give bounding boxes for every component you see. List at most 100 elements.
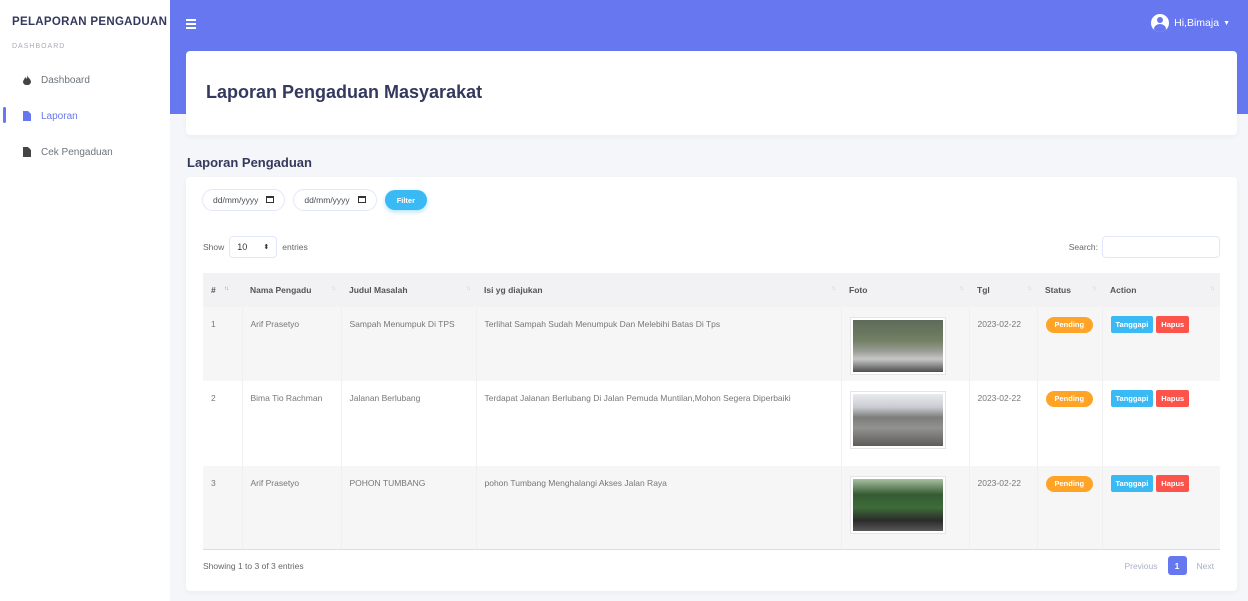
column-header-isi[interactable]: Isi yg diajukan ↑↓ <box>476 273 841 307</box>
hapus-button[interactable]: Hapus <box>1156 316 1190 333</box>
page-title: Laporan Pengaduan Masyarakat <box>206 82 483 102</box>
sidebar-item-label: Cek Pengaduan <box>41 146 113 158</box>
cell-judul: Sampah Menumpuk Di TPS <box>341 307 477 381</box>
filter-button[interactable]: Filter <box>384 190 428 210</box>
report-photo[interactable] <box>849 317 946 375</box>
hapus-button[interactable]: Hapus <box>1156 390 1190 407</box>
column-header-foto[interactable]: Foto ↑↓ <box>841 273 969 307</box>
sidebar: PELAPORAN PENGADUAN DASHBOARD Dashboard … <box>0 0 170 601</box>
sort-icon: ↑↓ <box>331 286 336 292</box>
cell-action: Tanggapi Hapus <box>1102 381 1220 466</box>
calendar-icon[interactable] <box>266 195 275 205</box>
cell-no: 3 <box>203 466 243 550</box>
column-header-no[interactable]: # ↑↓ <box>203 273 242 307</box>
search-input[interactable] <box>1102 236 1220 258</box>
sort-icon: ↑↓ <box>1092 286 1097 292</box>
sort-icon: ↑↓ <box>1210 286 1215 292</box>
brand-title[interactable]: PELAPORAN PENGADUAN <box>0 0 170 44</box>
cell-isi: Terdapat Jalanan Berlubang Di Jalan Pemu… <box>476 381 842 466</box>
tanggapi-button[interactable]: Tanggapi <box>1110 390 1154 407</box>
report-photo[interactable] <box>849 391 946 449</box>
cell-judul: POHON TUMBANG <box>341 466 477 550</box>
status-badge: Pending <box>1045 317 1094 333</box>
cell-nama: Arif Prasetyo <box>242 307 342 381</box>
cell-isi: Terlihat Sampah Sudah Menumpuk Dan Meleb… <box>476 307 842 381</box>
sort-icon: ↑↓ <box>466 286 471 292</box>
column-header-action[interactable]: Action ↑↓ <box>1102 273 1220 307</box>
sidebar-menu: Dashboard Laporan Cek Pengaduan <box>0 62 170 170</box>
search-label: Search: <box>1068 242 1098 252</box>
column-header-nama[interactable]: Nama Pengadu ↑↓ <box>242 273 341 307</box>
sort-updown-icon: ⬍ <box>263 244 270 251</box>
cell-action: Tanggapi Hapus <box>1102 307 1220 381</box>
cell-status: Pending <box>1037 466 1103 550</box>
date-from-placeholder: dd/mm/yyyy <box>213 195 259 205</box>
sidebar-item-dashboard[interactable]: Dashboard <box>0 62 170 98</box>
sidebar-item-laporan[interactable]: Laporan <box>0 98 170 134</box>
cell-judul: Jalanan Berlubang <box>341 381 477 466</box>
cell-foto <box>841 466 970 550</box>
page-header-card: Laporan Pengaduan Masyarakat <box>186 51 1237 135</box>
table-row: 1 Arif Prasetyo Sampah Menumpuk Di TPS T… <box>203 307 1220 381</box>
table-header-row: # ↑↓ Nama Pengadu ↑↓ Judul Masalah ↑↓ Isi y… <box>203 273 1220 307</box>
cell-tgl: 2023-02-22 <box>969 307 1038 381</box>
previous-button[interactable]: Previous <box>1118 561 1163 571</box>
calendar-icon[interactable] <box>357 195 366 205</box>
file-icon <box>19 147 35 157</box>
sidebar-item-cek-pengaduan[interactable]: Cek Pengaduan <box>0 134 170 170</box>
section-title: Laporan Pengaduan <box>187 155 312 170</box>
complaints-table: # ↑↓ Nama Pengadu ↑↓ Judul Masalah ↑↓ Isi y… <box>203 273 1220 550</box>
entries-length-control: Show 10 ⬍ entries <box>203 236 308 258</box>
cell-action: Tanggapi Hapus <box>1102 466 1220 550</box>
pagination: Previous 1 Next <box>1118 556 1220 575</box>
column-header-status[interactable]: Status ↑↓ <box>1037 273 1102 307</box>
tanggapi-button[interactable]: Tanggapi <box>1110 316 1154 333</box>
cell-status: Pending <box>1037 307 1103 381</box>
file-icon <box>19 111 35 121</box>
sidebar-item-label: Laporan <box>41 110 78 122</box>
cell-foto <box>841 381 970 466</box>
avatar-icon <box>1151 14 1170 32</box>
cell-isi: pohon Tumbang Menghalangi Akses Jalan Ra… <box>476 466 842 550</box>
sidebar-section-label: DASHBOARD <box>12 43 66 50</box>
sort-icon: ↑↓ <box>1027 286 1032 292</box>
sort-icon: ↑↓ <box>959 286 964 292</box>
status-badge: Pending <box>1045 476 1094 492</box>
date-from-input[interactable]: dd/mm/yyyy <box>202 189 286 211</box>
cell-tgl: 2023-02-22 <box>969 381 1038 466</box>
sort-icon: ↑↓ <box>224 286 229 292</box>
entries-select[interactable]: 10 ⬍ <box>229 236 278 258</box>
menu-toggle-icon[interactable] <box>186 17 196 31</box>
cell-nama: Bima Tio Rachman <box>242 381 342 466</box>
cell-status: Pending <box>1037 381 1103 466</box>
cell-no: 1 <box>203 307 243 381</box>
date-to-input[interactable]: dd/mm/yyyy <box>293 189 377 211</box>
report-card: dd/mm/yyyy dd/mm/yyyy Filter Show 10 ⬍ e… <box>186 177 1237 591</box>
search-control: Search: <box>1069 236 1220 258</box>
cell-nama: Arif Prasetyo <box>242 466 342 550</box>
page-1-button[interactable]: 1 <box>1167 556 1187 575</box>
table-row: 3 Arif Prasetyo POHON TUMBANG pohon Tumb… <box>203 466 1220 550</box>
next-button[interactable]: Next <box>1191 561 1220 571</box>
column-header-judul[interactable]: Judul Masalah ↑↓ <box>341 273 476 307</box>
cell-tgl: 2023-02-22 <box>969 466 1038 550</box>
table-row: 2 Bima Tio Rachman Jalanan Berlubang Ter… <box>203 381 1220 466</box>
caret-down-icon: ▼ <box>1223 19 1230 27</box>
user-menu[interactable]: Hi,Bimaja ▼ <box>1151 14 1230 32</box>
user-greeting: Hi,Bimaja <box>1174 17 1220 29</box>
report-photo[interactable] <box>849 476 946 534</box>
entries-label: entries <box>282 242 308 252</box>
hapus-button[interactable]: Hapus <box>1156 475 1190 492</box>
cell-no: 2 <box>203 381 243 466</box>
entries-value: 10 <box>237 242 248 252</box>
table-info: Showing 1 to 3 of 3 entries <box>203 561 304 571</box>
sort-icon: ↑↓ <box>831 286 836 292</box>
tanggapi-button[interactable]: Tanggapi <box>1110 475 1154 492</box>
column-header-tgl[interactable]: Tgl ↑↓ <box>969 273 1037 307</box>
cell-foto <box>841 307 970 381</box>
show-label: Show <box>203 242 225 252</box>
date-filter-bar: dd/mm/yyyy dd/mm/yyyy Filter <box>202 189 428 211</box>
status-badge: Pending <box>1045 391 1094 407</box>
date-to-placeholder: dd/mm/yyyy <box>304 195 350 205</box>
fire-icon <box>19 75 35 85</box>
